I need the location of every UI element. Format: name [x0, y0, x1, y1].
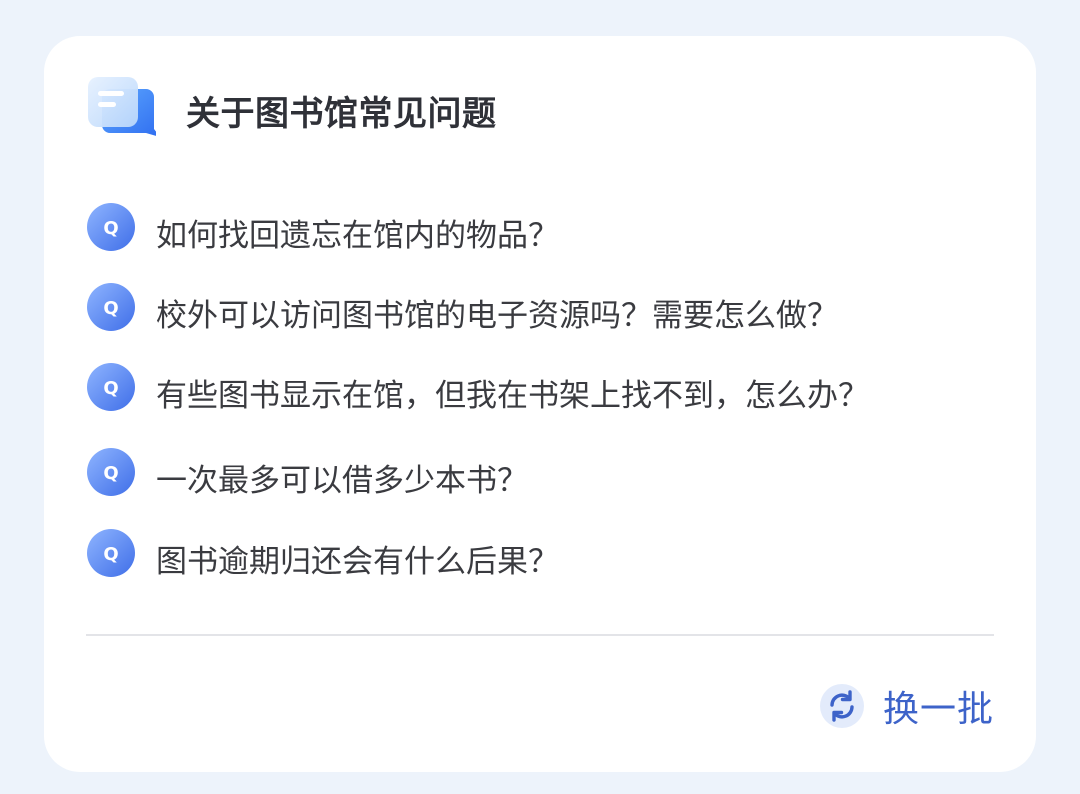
card-header: 关于图书馆常见问题	[86, 76, 497, 144]
svg-text:Q: Q	[103, 463, 118, 484]
svg-text:Q: Q	[103, 218, 118, 239]
refresh-button[interactable]: 换一批	[819, 682, 994, 730]
svg-text:Q: Q	[103, 298, 118, 319]
faq-item-overdue[interactable]: Q 图书逾期归还会有什么后果？	[86, 528, 996, 588]
chat-bubble-icon	[86, 75, 160, 145]
faq-question: 一次最多可以借多少本书？	[156, 463, 528, 499]
faq-question: 如何找回遗忘在馆内的物品？	[156, 218, 559, 254]
faq-question: 图书逾期归还会有什么后果？	[156, 544, 559, 580]
faq-item-lost-items[interactable]: Q 如何找回遗忘在馆内的物品？	[86, 202, 996, 262]
faq-card: 关于图书馆常见问题 Q 如何找回遗忘在馆内的物品？ Q 校外可以访问图书馆的电子…	[44, 36, 1036, 772]
faq-item-book-not-found[interactable]: Q 有些图书显示在馆，但我在书架上找不到，怎么办？	[86, 362, 996, 422]
page-title: 关于图书馆常见问题	[186, 93, 497, 134]
q-badge-icon: Q	[86, 282, 136, 332]
q-badge-icon: Q	[86, 202, 136, 252]
svg-text:Q: Q	[103, 378, 118, 399]
q-badge-icon: Q	[86, 362, 136, 412]
faq-question: 校外可以访问图书馆的电子资源吗？需要怎么做？	[156, 298, 838, 334]
faq-item-remote-access[interactable]: Q 校外可以访问图书馆的电子资源吗？需要怎么做？	[86, 282, 996, 342]
svg-text:Q: Q	[103, 544, 118, 565]
faq-question: 有些图书显示在馆，但我在书架上找不到，怎么办？	[156, 378, 869, 414]
faq-item-borrow-limit[interactable]: Q 一次最多可以借多少本书？	[86, 447, 996, 507]
refresh-icon	[819, 683, 865, 729]
q-badge-icon: Q	[86, 528, 136, 578]
refresh-label: 换一批	[882, 689, 994, 730]
divider	[86, 634, 994, 636]
q-badge-icon: Q	[86, 447, 136, 497]
